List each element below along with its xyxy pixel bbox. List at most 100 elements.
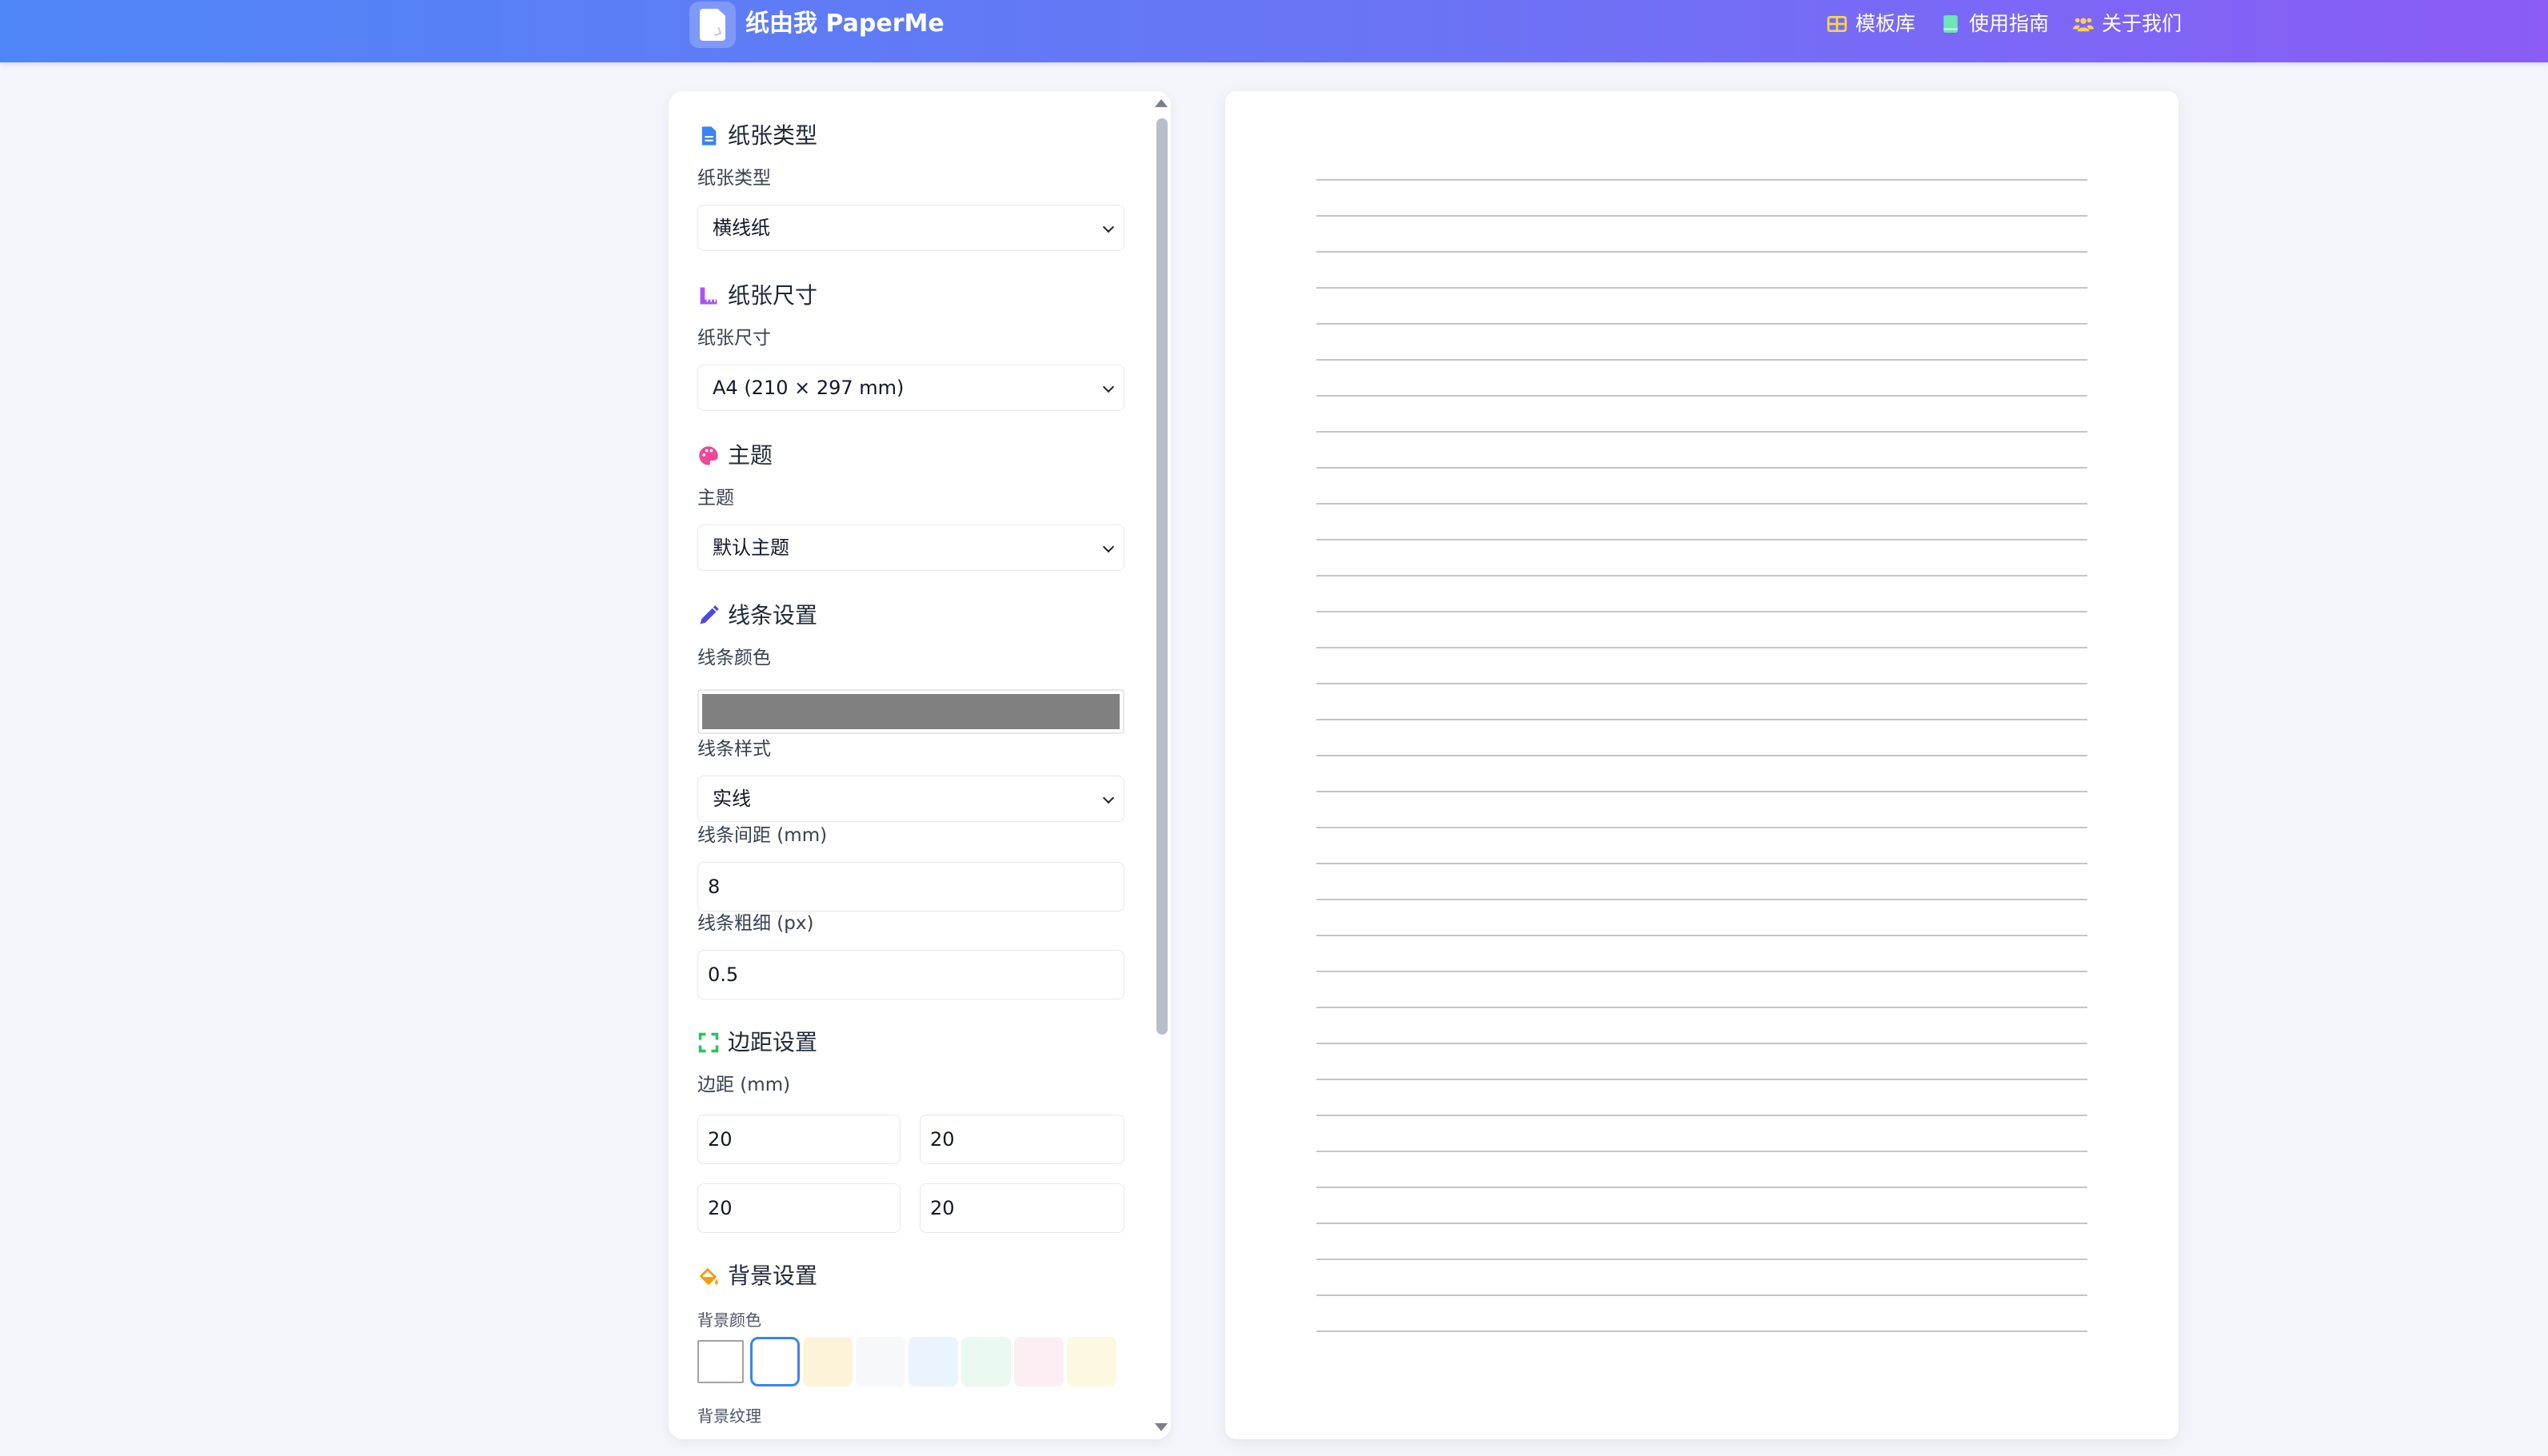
brand-title[interactable]: 纸由我 PaperMe xyxy=(745,8,945,40)
background-color-option[interactable] xyxy=(697,1340,744,1383)
background-color-option[interactable] xyxy=(909,1337,958,1386)
ruled-line xyxy=(1316,935,2087,936)
background-color-option[interactable] xyxy=(803,1337,853,1386)
paper-type-value: 横线纸 xyxy=(713,217,770,239)
ruled-line xyxy=(1316,575,2087,576)
paper-size-value: A4 (210 × 297 mm) xyxy=(713,377,905,399)
margin-left-input[interactable]: 20 xyxy=(920,1183,1124,1233)
expand-icon xyxy=(698,1032,719,1053)
ruled-line xyxy=(1316,539,2087,541)
ruled-line xyxy=(1316,431,2087,433)
section-title: 纸张尺寸 xyxy=(728,282,818,309)
settings-panel: 纸张类型 纸张类型 横线纸 纸张尺寸 纸张尺寸 A4 (210 × 297 mm… xyxy=(669,91,1171,1439)
ruled-line xyxy=(1316,323,2087,325)
chevron-down-icon xyxy=(1102,792,1115,804)
line-color-label: 线条颜色 xyxy=(697,648,771,668)
ruled-line xyxy=(1316,647,2087,648)
ruled-line xyxy=(1316,899,2087,900)
users-icon xyxy=(2073,18,2094,32)
margin-label: 边距 (mm) xyxy=(697,1075,791,1095)
theme-label: 主题 xyxy=(697,488,734,509)
section-line-settings: 线条设置 xyxy=(697,600,817,632)
margin-right-input[interactable]: 20 xyxy=(920,1115,1124,1164)
ruled-line xyxy=(1316,467,2087,469)
ruled-line xyxy=(1316,611,2087,612)
grid-icon xyxy=(1827,15,1847,33)
background-color-option[interactable] xyxy=(961,1337,1011,1386)
theme-select[interactable]: 默认主题 xyxy=(697,525,1124,571)
ruled-line xyxy=(1316,1115,2087,1116)
line-spacing-input[interactable]: 8 xyxy=(697,862,1124,911)
line-spacing-label: 线条间距 (mm) xyxy=(697,825,828,846)
section-title: 边距设置 xyxy=(728,1029,818,1055)
section-title: 纸张类型 xyxy=(728,122,818,149)
scroll-down-icon[interactable] xyxy=(1155,1423,1168,1431)
background-color-option[interactable] xyxy=(1067,1337,1116,1386)
section-margin-settings: 边距设置 xyxy=(697,1027,817,1059)
ruled-line xyxy=(1316,251,2087,253)
ruled-line xyxy=(1316,287,2087,289)
scrollbar-thumb[interactable] xyxy=(1156,118,1168,1035)
ruled-line xyxy=(1316,395,2087,397)
ruled-line xyxy=(1316,1079,2087,1080)
ruled-line xyxy=(1316,1043,2087,1044)
ruled-line xyxy=(1316,1223,2087,1224)
line-style-select[interactable]: 实线 xyxy=(697,776,1124,822)
scrollbar[interactable] xyxy=(1148,91,1171,1439)
section-paper-type: 纸张类型 xyxy=(697,120,817,152)
file-icon xyxy=(701,126,717,146)
nav-user-guide[interactable]: 使用指南 xyxy=(1940,8,2049,40)
background-color-option[interactable] xyxy=(1014,1337,1064,1386)
logo[interactable] xyxy=(689,2,736,48)
ruled-line xyxy=(1316,827,2087,828)
ruled-line xyxy=(1316,1294,2087,1296)
paper-preview xyxy=(1225,91,2179,1439)
section-title: 背景设置 xyxy=(728,1263,818,1289)
top-header: 纸由我 PaperMe 模板库 使用指南 关于我们 xyxy=(0,0,2548,62)
scroll-up-icon[interactable] xyxy=(1155,99,1168,107)
margin-bottom-input[interactable]: 20 xyxy=(697,1183,901,1233)
nav-label: 关于我们 xyxy=(2102,12,2183,35)
ruler-icon xyxy=(700,287,717,305)
section-title: 主题 xyxy=(728,442,773,469)
line-style-label: 线条样式 xyxy=(697,739,771,760)
ruled-line xyxy=(1316,719,2087,720)
margin-top-input[interactable]: 20 xyxy=(697,1115,901,1164)
ruled-line xyxy=(1316,1187,2087,1188)
section-background-settings: 背景设置 xyxy=(697,1260,817,1292)
line-width-label: 线条粗细 (px) xyxy=(697,913,814,934)
ruled-line xyxy=(1316,863,2087,864)
background-color-label: 背景颜色 xyxy=(697,1310,761,1330)
chevron-down-icon xyxy=(1102,541,1115,553)
line-style-value: 实线 xyxy=(713,788,751,810)
ruled-line xyxy=(1316,755,2087,756)
paper-type-label: 纸张类型 xyxy=(697,168,771,189)
ruled-line xyxy=(1316,683,2087,684)
background-color-option[interactable] xyxy=(750,1337,800,1386)
document-icon xyxy=(700,9,725,41)
paper-type-select[interactable]: 横线纸 xyxy=(697,205,1124,251)
line-color-fill xyxy=(702,694,1120,729)
background-color-option[interactable] xyxy=(856,1337,905,1386)
paint-bucket-icon xyxy=(699,1267,718,1286)
paper-size-select[interactable]: A4 (210 × 297 mm) xyxy=(697,365,1124,411)
line-color-picker[interactable] xyxy=(697,689,1124,734)
ruled-line xyxy=(1316,215,2087,217)
nav-template-library[interactable]: 模板库 xyxy=(1827,8,1915,40)
section-title: 线条设置 xyxy=(728,602,818,628)
theme-value: 默认主题 xyxy=(713,537,789,559)
nav-about-us[interactable]: 关于我们 xyxy=(2073,8,2182,40)
chevron-down-icon xyxy=(1102,221,1115,233)
chevron-down-icon xyxy=(1102,381,1115,393)
ruled-line xyxy=(1316,1151,2087,1152)
section-theme: 主题 xyxy=(697,440,773,472)
ruled-line xyxy=(1316,1007,2087,1008)
paper-size-label: 纸张尺寸 xyxy=(697,328,771,349)
line-width-input[interactable]: 0.5 xyxy=(697,950,1124,999)
background-texture-label: 背景纹理 xyxy=(697,1406,761,1426)
nav-label: 使用指南 xyxy=(1969,12,2050,35)
ruled-line xyxy=(1316,503,2087,505)
nav-label: 模板库 xyxy=(1855,12,1916,35)
ruled-line xyxy=(1316,791,2087,792)
ruled-line xyxy=(1316,971,2087,972)
